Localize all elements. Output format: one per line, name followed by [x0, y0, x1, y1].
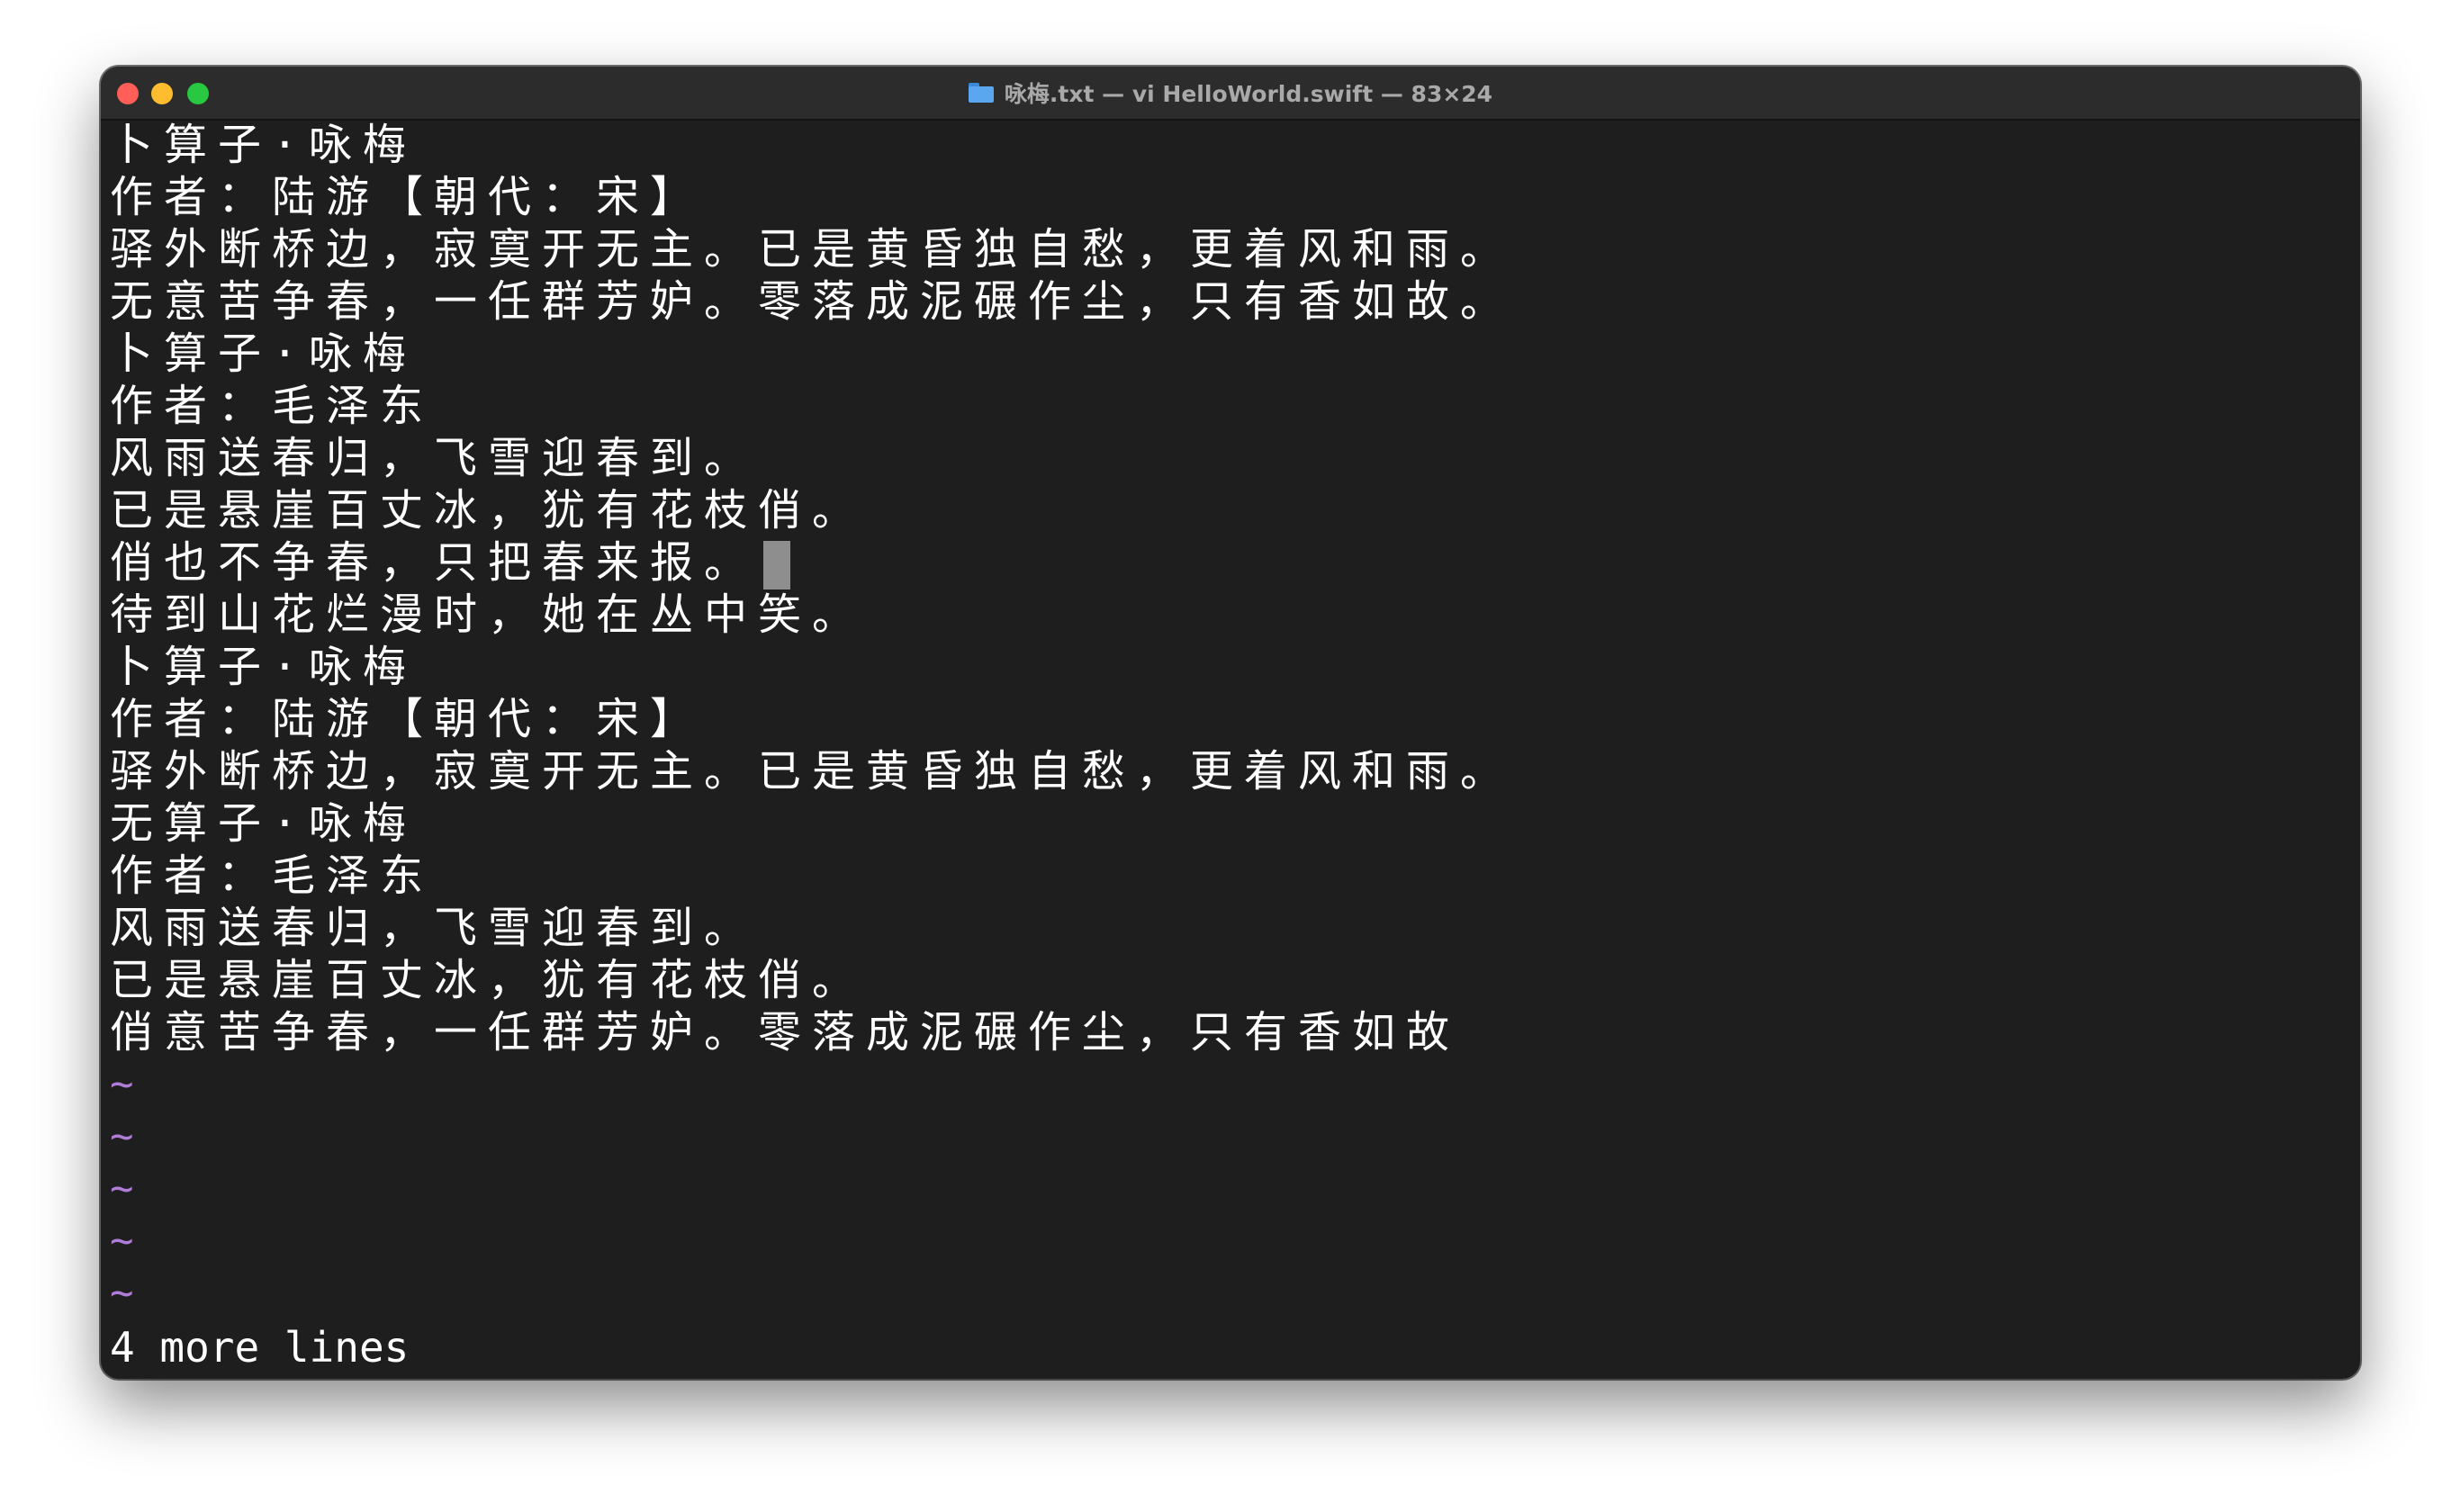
- window-title-group: 咏梅.txt — vi HelloWorld.swift — 83×24: [101, 67, 2360, 119]
- text-line-9: 俏也不争春，只把春来报。: [110, 536, 791, 590]
- text-line-7: 风雨送春归，飞雪迎春到。: [110, 433, 759, 483]
- text-line-9-content: 俏也不争春，只把春来报。: [110, 537, 759, 588]
- text-line-18: 俏意苦争春，一任群芳妒。零落成泥碾作尘，只有香如故: [110, 1007, 1461, 1058]
- window-title: 咏梅.txt — vi HelloWorld.swift — 83×24: [1004, 81, 1493, 107]
- text-line-13: 驿外断桥边，寂寞开无主。已是黄昏独自愁，更着风和雨。: [110, 746, 1515, 796]
- text-line-4: 无意苦争春，一任群芳妒。零落成泥碾作尘，只有香如故。: [110, 276, 1515, 327]
- text-line-11: 卜算子·咏梅: [110, 642, 417, 692]
- empty-line-marker: ~: [110, 1270, 134, 1316]
- status-message: 4 more lines: [110, 1323, 410, 1372]
- text-line-1: 卜算子·咏梅: [110, 120, 417, 170]
- text-cursor: [763, 541, 791, 590]
- title-bar[interactable]: 咏梅.txt — vi HelloWorld.swift — 83×24: [101, 67, 2360, 121]
- text-line-17: 已是悬崖百丈冰，犹有花枝俏。: [110, 955, 867, 1005]
- text-line-12: 作者：陆游【朝代：宋】: [110, 694, 705, 744]
- empty-line-marker: ~: [110, 1218, 134, 1264]
- text-line-15: 作者：毛泽东: [110, 850, 435, 901]
- terminal-window: 咏梅.txt — vi HelloWorld.swift — 83×24 卜算子…: [101, 67, 2360, 1379]
- text-line-10: 待到山花烂漫时，她在丛中笑。: [110, 590, 867, 640]
- empty-line-marker: ~: [110, 1113, 134, 1159]
- folder-icon: [968, 83, 994, 103]
- text-line-3: 驿外断桥边，寂寞开无主。已是黄昏独自愁，更着风和雨。: [110, 224, 1515, 274]
- text-line-6: 作者：毛泽东: [110, 381, 435, 431]
- text-line-16: 风雨送春归，飞雪迎春到。: [110, 903, 759, 953]
- empty-line-marker: ~: [110, 1166, 134, 1211]
- text-line-5: 卜算子·咏梅: [110, 328, 417, 379]
- text-line-14: 无算子·咏梅: [110, 798, 417, 849]
- vi-editor-buffer[interactable]: 卜算子·咏梅 作者：陆游【朝代：宋】 驿外断桥边，寂寞开无主。已是黄昏独自愁，更…: [110, 119, 2351, 1379]
- text-line-2: 作者：陆游【朝代：宋】: [110, 172, 705, 222]
- text-line-8: 已是悬崖百丈冰，犹有花枝俏。: [110, 485, 867, 536]
- empty-line-marker: ~: [110, 1061, 134, 1107]
